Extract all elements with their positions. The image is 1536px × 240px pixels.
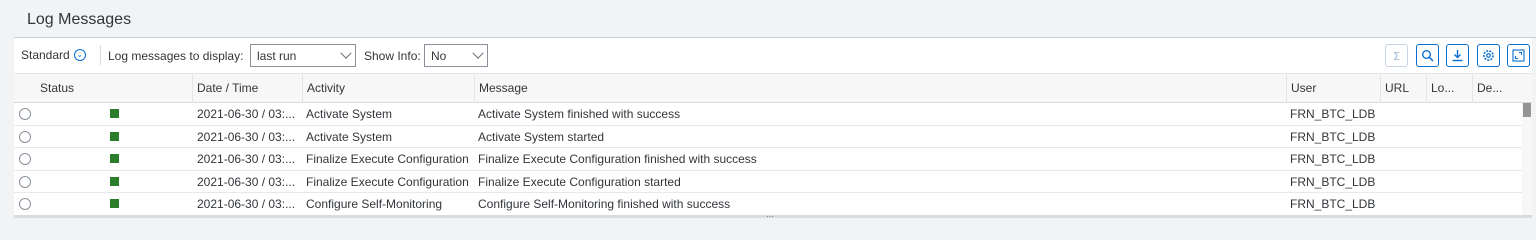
fullscreen-icon: [1512, 49, 1525, 62]
show-info-label: Show Info:: [364, 49, 421, 63]
svg-text:Σ: Σ: [1393, 50, 1400, 62]
log-messages-table-card: Standard ⌄ Log messages to display: last…: [14, 38, 1532, 221]
settings-button[interactable]: [1477, 44, 1500, 67]
activity-cell: Finalize Execute Configuration: [306, 174, 469, 189]
row-select-radio[interactable]: [19, 153, 31, 166]
vertical-scrollbar[interactable]: [1522, 103, 1532, 215]
show-info-value: No: [431, 49, 447, 63]
user-cell: FRN_BTC_LDB: [1290, 152, 1376, 167]
column-header-date-time[interactable]: Date / Time: [192, 74, 302, 103]
search-icon: [1422, 50, 1434, 62]
table-row[interactable]: 2021-06-30 / 03:... Finalize Execute Con…: [14, 170, 1532, 194]
datetime-cell: 2021-06-30 / 03:...: [197, 129, 296, 144]
column-header-activity[interactable]: Activity: [302, 74, 474, 103]
datetime-cell: 2021-06-30 / 03:...: [197, 152, 296, 167]
log-messages-value: last run: [257, 49, 297, 63]
table-row[interactable]: 2021-06-30 / 03:... Activate System Acti…: [14, 125, 1532, 149]
activity-cell: Configure Self-Monitoring: [306, 197, 443, 212]
row-select-radio[interactable]: [19, 108, 31, 120]
search-button[interactable]: [1416, 44, 1439, 67]
row-select-radio[interactable]: [19, 198, 31, 211]
fullscreen-button[interactable]: [1507, 44, 1530, 67]
sum-icon: Σ: [1393, 50, 1400, 62]
user-cell: FRN_BTC_LDB: [1290, 107, 1376, 121]
user-cell: FRN_BTC_LDB: [1290, 174, 1376, 189]
user-cell: FRN_BTC_LDB: [1290, 129, 1376, 144]
settings-icon: [1483, 50, 1494, 61]
message-cell: Finalize Execute Configuration started: [478, 174, 681, 189]
success-status-icon: [110, 154, 119, 164]
table-row[interactable]: 2021-06-30 / 03:... Activate System Acti…: [14, 103, 1532, 126]
sum-button[interactable]: Σ: [1385, 44, 1408, 67]
user-cell: FRN_BTC_LDB: [1290, 197, 1376, 212]
chevron-down-circle-icon: ⌄: [73, 49, 86, 61]
datetime-cell: 2021-06-30 / 03:...: [197, 174, 296, 189]
success-status-icon: [110, 131, 119, 141]
column-header-url[interactable]: URL: [1380, 74, 1426, 103]
download-button[interactable]: [1446, 44, 1469, 67]
activity-cell: Activate System: [306, 129, 393, 144]
download-icon: [1452, 50, 1463, 62]
panel-title: Log Messages: [27, 11, 132, 28]
activity-cell: Activate System: [306, 107, 393, 121]
message-cell: Activate System started: [478, 129, 605, 144]
variant-label: Standard: [21, 48, 70, 62]
show-info-select[interactable]: No: [424, 44, 488, 67]
chevron-down-icon: [340, 47, 352, 59]
column-header-status[interactable]: Status: [36, 74, 191, 103]
table-body: 2021-06-30 / 03:... Activate System Acti…: [14, 103, 1532, 216]
table-row[interactable]: 2021-06-30 / 03:... Finalize Execute Con…: [14, 148, 1532, 171]
log-messages-select[interactable]: last run: [250, 44, 356, 67]
row-select-radio[interactable]: [19, 130, 31, 143]
column-header-de[interactable]: De...: [1472, 74, 1522, 103]
datetime-cell: 2021-06-30 / 03:...: [197, 107, 296, 121]
variant-selector[interactable]: Standard ⌄: [21, 48, 86, 62]
success-status-icon: [110, 199, 119, 209]
table-header: Status Date / Time Activity Message User…: [14, 74, 1532, 103]
table-toolbar: Standard ⌄ Log messages to display: last…: [14, 38, 1532, 73]
message-cell: Configure Self-Monitoring finished with …: [478, 197, 731, 212]
log-messages-label: Log messages to display:: [108, 49, 244, 63]
message-cell: Activate System finished with success: [478, 107, 681, 121]
datetime-cell: 2021-06-30 / 03:...: [197, 197, 296, 212]
success-status-icon: [110, 109, 119, 118]
column-header-user[interactable]: User: [1286, 74, 1380, 103]
success-status-icon: [110, 176, 119, 186]
scrollbar-thumb[interactable]: [1523, 103, 1531, 117]
column-header-message[interactable]: Message: [474, 74, 1286, 103]
chevron-down-icon: [472, 47, 484, 59]
column-header-lo[interactable]: Lo...: [1426, 74, 1472, 103]
message-cell: Finalize Execute Configuration finished …: [478, 152, 757, 167]
toolbar-separator: [100, 45, 101, 65]
activity-cell: Finalize Execute Configuration: [306, 152, 469, 167]
resize-grip-icon[interactable]: ⋯: [766, 212, 774, 221]
row-select-radio[interactable]: [19, 175, 31, 188]
